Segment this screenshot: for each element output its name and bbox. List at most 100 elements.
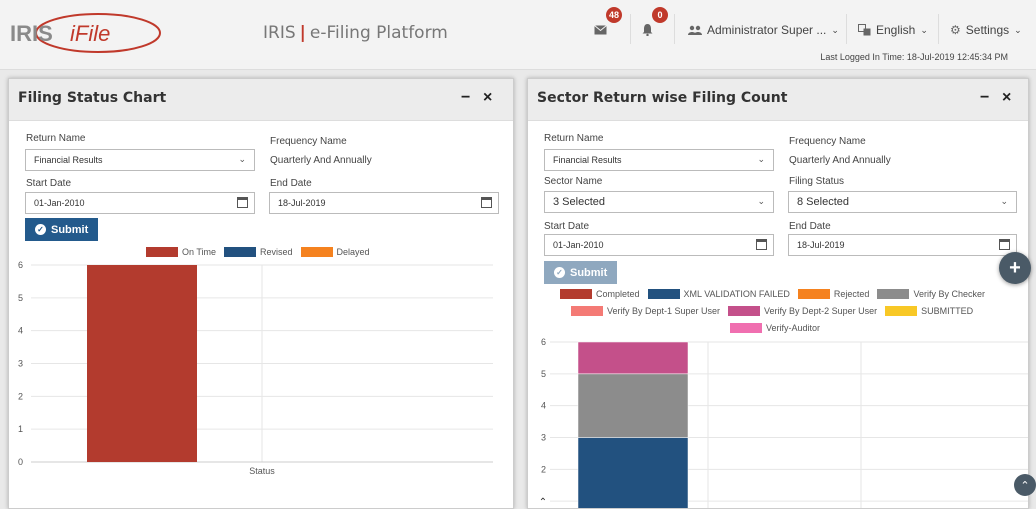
close-button[interactable]: ×	[1002, 89, 1011, 107]
sector-name-select[interactable]: 3 Selected ⌄	[544, 191, 774, 213]
legend-swatch	[885, 306, 918, 316]
legend-swatch	[797, 289, 830, 299]
settings-label: Settings	[965, 23, 1010, 37]
legend-swatch	[728, 306, 761, 316]
chevron-down-icon: ⌄	[1014, 24, 1022, 35]
bar-segment-xml-validation-failed[interactable]	[577, 437, 689, 509]
legend-item-verify-by-dept-1-super-user[interactable]: Verify By Dept-1 Super User	[571, 306, 720, 316]
calendar-icon[interactable]	[999, 239, 1010, 250]
frequency-value: Quarterly And Annually	[789, 155, 891, 166]
plus-icon: +	[1009, 256, 1021, 279]
scroll-to-top-button[interactable]: ⌃	[1014, 474, 1036, 496]
legend-label: SUBMITTED	[921, 306, 974, 316]
filing-status-label: Filing Status	[789, 176, 845, 187]
legend-item-revised[interactable]: Revised	[224, 247, 293, 257]
minimize-button[interactable]: −	[980, 89, 989, 107]
y-tick-label: 4	[18, 326, 23, 336]
calendar-icon[interactable]	[237, 197, 248, 208]
chevron-down-icon: ⌄	[1000, 196, 1008, 206]
panel-title: Filing Status Chart	[18, 90, 167, 106]
language-label: English	[876, 23, 916, 37]
legend-label: Completed	[596, 289, 640, 299]
legend-swatch	[560, 289, 592, 299]
filing-status-select[interactable]: 8 Selected ⌄	[788, 191, 1017, 213]
legend-item-completed[interactable]: Completed	[560, 289, 640, 299]
submit-button[interactable]: ✓ Submit	[25, 218, 99, 241]
legend-item-on-time[interactable]: On Time	[146, 247, 216, 257]
y-tick-label: 4	[541, 401, 546, 411]
y-tick-label: 6	[541, 337, 546, 347]
mail-button[interactable]	[594, 18, 607, 42]
platform-separator: |	[299, 23, 306, 43]
y-tick-label: 6	[18, 260, 23, 270]
legend-label: Verify-Auditor	[766, 323, 821, 333]
legend-swatch	[224, 247, 257, 257]
panel-header: Sector Return wise Filing Count − ×	[528, 79, 1028, 121]
envelope-icon	[594, 25, 607, 35]
start-date-label: Start Date	[26, 178, 72, 189]
end-date-input[interactable]: 18-Jul-2019	[269, 192, 499, 214]
calendar-icon[interactable]	[756, 239, 767, 250]
start-date-label: Start Date	[544, 221, 590, 232]
add-widget-button[interactable]: +	[999, 252, 1031, 284]
start-date-input[interactable]: 01-Jan-2010	[25, 192, 255, 214]
end-date-value: 18-Jul-2019	[278, 198, 326, 208]
legend-swatch	[647, 289, 680, 299]
svg-text:IRIS: IRIS	[10, 21, 53, 46]
end-date-value: 18-Jul-2019	[797, 240, 845, 250]
filing-status-panel: Filing Status Chart − × Return Name Fina…	[8, 78, 514, 509]
y-tick-label: 1	[18, 424, 23, 434]
frequency-label: Frequency Name	[789, 136, 866, 147]
sector-filing-chart: 123456	[541, 337, 1028, 509]
chevron-up-icon: ⌃	[1020, 479, 1030, 492]
iris-ifile-logo[interactable]: IRIS iFile	[8, 10, 163, 56]
platform-title: IRIS | e-Filing Platform	[263, 23, 448, 43]
legend-item-verify-auditor[interactable]: Verify-Auditor	[730, 323, 820, 333]
y-tick-label: 3	[18, 359, 23, 369]
return-name-label: Return Name	[544, 133, 604, 144]
sector-name-value: 3 Selected	[553, 196, 605, 208]
submit-button[interactable]: ✓ Submit	[544, 261, 618, 284]
legend-swatch	[730, 323, 762, 333]
sector-filing-count-panel: Sector Return wise Filing Count − × Retu…	[527, 78, 1029, 509]
legend-item-delayed[interactable]: Delayed	[300, 247, 370, 257]
legend-item-submitted[interactable]: SUBMITTED	[885, 306, 973, 316]
bar-segment-verify-by-dept-2-super-user[interactable]	[577, 341, 689, 375]
legend-swatch	[300, 247, 333, 257]
chevron-up-icon[interactable]: ⌃	[536, 495, 550, 508]
return-name-select[interactable]: Financial Results ⌄	[25, 149, 255, 171]
notifications-button[interactable]	[642, 18, 653, 42]
y-tick-label: 3	[541, 433, 546, 443]
submit-label: Submit	[51, 223, 89, 236]
bar-segment-verify-by-checker[interactable]	[577, 373, 689, 438]
y-tick-label: 5	[18, 293, 23, 303]
y-tick-label: 2	[18, 391, 23, 401]
user-name: Administrator Super ...	[707, 23, 827, 37]
bar-on-time[interactable]	[87, 265, 197, 462]
close-button[interactable]: ×	[483, 89, 492, 107]
language-menu[interactable]: English ⌄	[858, 18, 928, 42]
start-date-value: 01-Jan-2010	[34, 198, 85, 208]
end-date-label: End Date	[270, 178, 312, 189]
legend-label: Rejected	[833, 289, 870, 299]
end-date-input[interactable]: 18-Jul-2019	[788, 234, 1017, 256]
sector-name-label: Sector Name	[544, 176, 603, 187]
return-name-value: Financial Results	[553, 155, 622, 165]
return-name-value: Financial Results	[34, 155, 103, 165]
legend-item-rejected[interactable]: Rejected	[797, 289, 870, 299]
start-date-input[interactable]: 01-Jan-2010	[544, 234, 774, 256]
top-header: IRIS iFile IRIS | e-Filing Platform 48 0 A…	[0, 0, 1036, 70]
settings-menu[interactable]: ⚙ Settings ⌄	[950, 18, 1022, 42]
calendar-icon[interactable]	[481, 197, 492, 208]
legend-row: Verify-Auditor	[730, 323, 828, 333]
legend-item-verify-by-checker[interactable]: Verify By Checker	[877, 289, 985, 299]
user-menu[interactable]: Administrator Super ... ⌄	[688, 18, 839, 42]
panel-title: Sector Return wise Filing Count	[537, 90, 788, 106]
legend-row: Completed XML VALIDATION FAILED Rejected Ve…	[560, 289, 993, 299]
minimize-button[interactable]: −	[461, 89, 470, 107]
legend-item-verify-by-dept-2-super-user[interactable]: Verify By Dept-2 Super User	[728, 306, 877, 316]
end-date-label: End Date	[789, 221, 831, 232]
legend-item-xml-validation-failed[interactable]: XML VALIDATION FAILED	[647, 289, 790, 299]
return-name-select[interactable]: Financial Results ⌄	[544, 149, 774, 171]
return-name-label: Return Name	[26, 133, 86, 144]
